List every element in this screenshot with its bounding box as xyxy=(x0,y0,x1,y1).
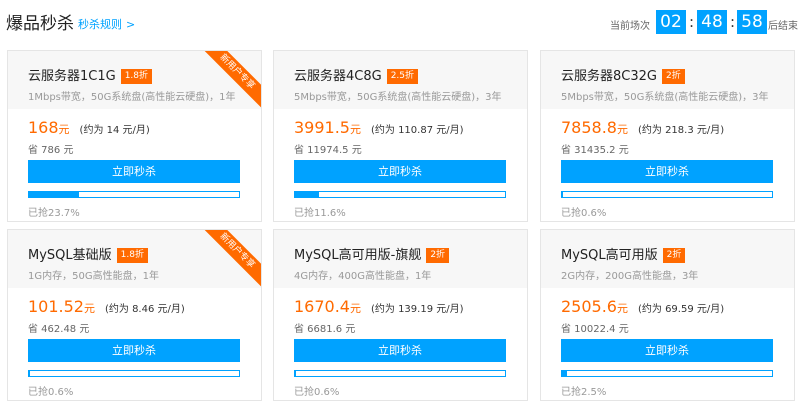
buy-now-button[interactable]: 立即秒杀 xyxy=(561,339,773,362)
monthly-price: (约为 69.59 元/月) xyxy=(637,304,725,315)
product-name: 云服务器8C32G xyxy=(561,69,657,84)
sold-progress-fill xyxy=(29,192,79,197)
product-spec: 5Mbps带宽，50G系统盘(高性能云硬盘)，3年 xyxy=(294,92,502,103)
buy-now-button[interactable]: 立即秒杀 xyxy=(28,339,240,362)
sold-percent: 已抢0.6% xyxy=(561,208,607,219)
savings-text: 省 6681.6 元 xyxy=(294,324,356,335)
monthly-price: (约为 218.3 元/月) xyxy=(637,125,725,136)
price-unit: 元 xyxy=(616,123,628,136)
product-card: 云服务器1C1G 1.8折 1Mbps带宽，50G系统盘(高性能云硬盘)，1年 新… xyxy=(7,50,262,222)
product-spec: 1Mbps带宽，50G系统盘(高性能云硬盘)，1年 xyxy=(28,92,236,103)
discount-badge: 2折 xyxy=(426,248,450,263)
product-spec: 4G内存，400G高性能盘，1年 xyxy=(294,271,432,282)
sold-progress-bar xyxy=(561,370,773,377)
sold-progress-bar xyxy=(561,191,773,198)
product-price: 168 xyxy=(28,118,59,137)
product-price: 101.52 xyxy=(28,297,84,316)
sold-progress-bar xyxy=(28,191,240,198)
savings-text: 省 786 元 xyxy=(28,145,74,156)
timer-minutes: 48 xyxy=(697,10,727,34)
monthly-price: (约为 8.46 元/月) xyxy=(104,304,185,315)
product-card: MySQL高可用版 2折 2G内存，200G高性能盘，3年 2505.6元 (约为 … xyxy=(540,229,795,401)
timer-separator: : xyxy=(689,13,695,31)
header: 爆品秒杀 秒杀规则 > 当前场次 02 : 48 : 58 后结束 xyxy=(0,0,800,40)
product-card: 云服务器4C8G 2.5折 5Mbps带宽，50G系统盘(高性能云硬盘)，3年 3… xyxy=(273,50,528,222)
sold-percent: 已抢11.6% xyxy=(294,208,346,219)
product-card: 云服务器8C32G 2折 5Mbps带宽，50G系统盘(高性能云硬盘)，3年 78… xyxy=(540,50,795,222)
product-card: MySQL基础版 1.8折 1G内存，50G高性能盘，1年 新用户专享 101.5… xyxy=(7,229,262,401)
discount-badge: 2折 xyxy=(662,248,686,263)
sold-progress-fill xyxy=(562,192,564,197)
sold-progress-fill xyxy=(295,371,297,376)
product-spec: 1G内存，50G高性能盘，1年 xyxy=(28,271,159,282)
sold-percent: 已抢23.7% xyxy=(28,208,80,219)
sold-progress-bar xyxy=(294,191,506,198)
sold-progress-fill xyxy=(29,371,31,376)
timer-hours: 02 xyxy=(656,10,686,34)
monthly-price: (约为 110.87 元/月) xyxy=(370,125,464,136)
product-price: 2505.6 xyxy=(561,297,617,316)
monthly-price: (约为 14 元/月) xyxy=(79,125,150,136)
product-name: 云服务器1C1G xyxy=(28,69,116,84)
discount-badge: 2.5折 xyxy=(386,69,419,84)
buy-now-button[interactable]: 立即秒杀 xyxy=(294,160,506,183)
timer-end-label: 后结束 xyxy=(768,21,798,32)
product-name: MySQL基础版 xyxy=(28,248,112,263)
sold-progress-fill xyxy=(295,192,320,197)
product-name: 云服务器4C8G xyxy=(294,69,382,84)
timer-seconds: 58 xyxy=(737,10,767,34)
product-price: 3991.5 xyxy=(294,118,350,137)
product-card: MySQL高可用版-旗舰 2折 4G内存，400G高性能盘，1年 1670.4元 (… xyxy=(273,229,528,401)
savings-text: 省 462.48 元 xyxy=(28,324,90,335)
price-unit: 元 xyxy=(349,123,361,136)
product-price: 7858.8 xyxy=(561,118,617,137)
page-title: 爆品秒杀 xyxy=(6,14,74,34)
buy-now-button[interactable]: 立即秒杀 xyxy=(28,160,240,183)
savings-text: 省 31435.2 元 xyxy=(561,145,629,156)
rules-link-label: 秒杀规则 xyxy=(78,18,122,31)
product-price: 1670.4 xyxy=(294,297,350,316)
price-unit: 元 xyxy=(83,302,95,315)
product-spec: 5Mbps带宽，50G系统盘(高性能云硬盘)，3年 xyxy=(561,92,769,103)
discount-badge: 2折 xyxy=(661,69,685,84)
timer-label: 当前场次 xyxy=(610,21,650,32)
sold-progress-bar xyxy=(294,370,506,377)
timer-separator: : xyxy=(730,13,736,31)
monthly-price: (约为 139.19 元/月) xyxy=(370,304,464,315)
rules-link[interactable]: 秒杀规则 > xyxy=(78,16,135,32)
sold-percent: 已抢2.5% xyxy=(561,387,607,398)
savings-text: 省 11974.5 元 xyxy=(294,145,362,156)
product-name: MySQL高可用版-旗舰 xyxy=(294,248,422,263)
price-unit: 元 xyxy=(616,302,628,315)
discount-badge: 1.8折 xyxy=(120,69,153,84)
product-name: MySQL高可用版 xyxy=(561,248,658,263)
discount-badge: 1.8折 xyxy=(116,248,148,263)
sold-percent: 已抢0.6% xyxy=(28,387,74,398)
product-spec: 2G内存，200G高性能盘，3年 xyxy=(561,271,699,282)
price-unit: 元 xyxy=(58,123,70,136)
savings-text: 省 10022.4 元 xyxy=(561,324,629,335)
buy-now-button[interactable]: 立即秒杀 xyxy=(294,339,506,362)
sold-progress-fill xyxy=(562,371,568,376)
price-unit: 元 xyxy=(349,302,361,315)
sold-progress-bar xyxy=(28,370,240,377)
chevron-right-icon: > xyxy=(126,18,136,31)
sold-percent: 已抢0.6% xyxy=(294,387,340,398)
buy-now-button[interactable]: 立即秒杀 xyxy=(561,160,773,183)
